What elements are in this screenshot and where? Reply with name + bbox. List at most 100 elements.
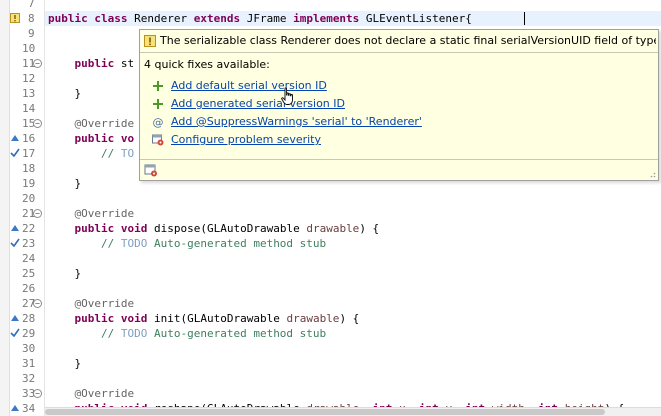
code-token: // [48, 327, 121, 340]
task-marker-icon[interactable] [10, 148, 20, 158]
line-number-label: 30 [22, 342, 36, 355]
fold-toggle-icon[interactable]: − [33, 389, 42, 398]
add-icon [153, 99, 163, 109]
code-line-33[interactable]: @Override [45, 386, 661, 401]
quick-fix-item-add[interactable]: Add generated serial version ID [144, 95, 654, 113]
code-text: @Override [48, 206, 134, 221]
quick-fix-link[interactable]: Add default serial version ID [171, 79, 327, 92]
code-line-30[interactable] [45, 341, 661, 356]
fold-toggle-icon[interactable]: − [33, 299, 42, 308]
line-number-label: 19 [22, 177, 36, 190]
scrollbar-thumb[interactable] [45, 409, 605, 415]
code-token: ) { [339, 312, 360, 325]
code-text: // TO [48, 146, 134, 161]
line-number-9: 9 [0, 26, 44, 41]
horizontal-scrollbar[interactable] [45, 407, 661, 416]
code-line-23[interactable]: // TODO Auto-generated method stub [45, 236, 661, 251]
code-line-22[interactable]: public void dispose(GLAutoDrawable drawa… [45, 221, 661, 236]
line-number-label: 31 [22, 357, 36, 370]
fold-toggle-icon[interactable]: − [33, 119, 42, 128]
code-token: extends [193, 12, 241, 25]
code-line-21[interactable]: @Override [45, 206, 661, 221]
quick-fix-item-add[interactable]: Add default serial version ID [144, 77, 654, 95]
code-text: public vo [48, 131, 135, 146]
quick-fix-item-configure[interactable]: Configure problem severity [144, 131, 654, 149]
line-number-label: 9 [28, 27, 35, 40]
code-line-32[interactable] [45, 371, 661, 386]
line-number-label: 16 [22, 132, 36, 145]
code-line-7[interactable] [45, 0, 661, 11]
code-line-27[interactable]: @Override [45, 296, 661, 311]
code-text: } [48, 266, 81, 281]
code-line-25[interactable]: } [45, 266, 661, 281]
line-number-label: 14 [22, 102, 36, 115]
line-number-19: 19 [0, 176, 44, 191]
override-marker-icon[interactable] [10, 313, 20, 323]
override-marker-icon[interactable] [10, 403, 20, 413]
warning-lightbulb-icon[interactable] [10, 13, 20, 23]
code-token: } [48, 267, 82, 280]
line-number-18: 18 [0, 161, 44, 176]
task-marker-icon[interactable] [10, 328, 20, 338]
hand-cursor-icon [281, 87, 293, 105]
code-line-26[interactable] [45, 281, 661, 296]
line-number-label: 13 [22, 87, 36, 100]
line-number-label: 29 [22, 327, 36, 340]
line-number-label: 12 [22, 72, 36, 85]
line-number-32: 32 [0, 371, 44, 386]
line-number-label: 24 [22, 252, 36, 265]
code-line-24[interactable] [45, 251, 661, 266]
line-number-label: 23 [22, 237, 36, 250]
line-number-20: 20 [0, 191, 44, 206]
code-line-20[interactable] [45, 191, 661, 206]
line-number-23: 23 [0, 236, 44, 251]
override-marker-icon[interactable] [10, 223, 20, 233]
code-text: } [48, 176, 81, 191]
resize-grip-icon[interactable] [648, 170, 656, 178]
line-number-13: 13 [0, 86, 44, 101]
quick-fix-link[interactable]: Configure problem severity [171, 133, 321, 146]
code-text: // TODO Auto-generated method stub [48, 326, 326, 341]
line-number-10: 10 [0, 41, 44, 56]
line-number-30: 30 [0, 341, 44, 356]
code-token: TO [120, 147, 135, 160]
code-text: @Override [48, 116, 134, 131]
code-token: @Override [48, 297, 135, 310]
line-number-31: 31 [0, 356, 44, 371]
line-number-label: 7 [28, 0, 35, 10]
configure-hover-icon[interactable] [144, 163, 158, 177]
line-number-25: 25 [0, 266, 44, 281]
line-number-16: 16 [0, 131, 44, 146]
task-marker-icon[interactable] [10, 238, 20, 248]
quick-fix-link[interactable]: Add generated serial version ID [171, 97, 345, 110]
code-line-8[interactable]: public class Renderer extends JFrame imp… [45, 11, 661, 26]
fold-toggle-icon[interactable]: − [33, 59, 42, 68]
hover-footer [140, 159, 658, 180]
quick-fix-link[interactable]: Add @SuppressWarnings 'serial' to 'Rende… [171, 115, 422, 128]
configure-severity-icon [152, 134, 164, 146]
code-text: // TODO Auto-generated method stub [48, 236, 326, 251]
code-token: @Override [48, 387, 135, 400]
code-token: Auto-generated method stub [147, 237, 327, 250]
quick-fix-item-at[interactable]: @ Add @SuppressWarnings 'serial' to 'Rend… [144, 113, 654, 131]
line-number-label: 26 [22, 282, 36, 295]
line-number-24: 24 [0, 251, 44, 266]
text-caret [524, 12, 525, 25]
code-token: public [74, 57, 115, 70]
code-token: class [94, 12, 128, 25]
code-text: @Override [48, 296, 134, 311]
code-line-28[interactable]: public void init(GLAutoDrawable drawable… [45, 311, 661, 326]
code-token: public [74, 312, 115, 325]
code-token: vo [120, 132, 135, 145]
line-number-label: 34 [22, 402, 36, 415]
code-token: TODO [120, 327, 148, 340]
code-line-31[interactable]: } [45, 356, 661, 371]
code-text: public void init(GLAutoDrawable drawable… [48, 311, 360, 326]
line-number-34: 34 [0, 401, 44, 416]
override-marker-icon[interactable] [10, 133, 20, 143]
line-number-label: 10 [22, 42, 36, 55]
code-line-29[interactable]: // TODO Auto-generated method stub [45, 326, 661, 341]
fold-toggle-icon[interactable]: − [33, 209, 42, 218]
